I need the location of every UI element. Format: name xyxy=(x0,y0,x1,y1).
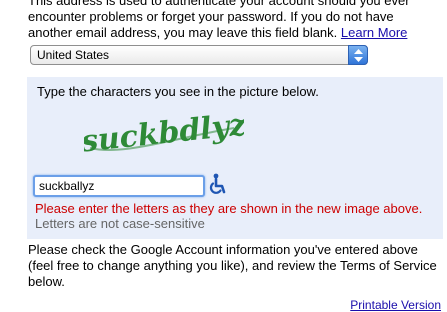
captcha-instruction: Type the characters you see in the pictu… xyxy=(37,84,319,99)
learn-more-link[interactable]: Learn More xyxy=(341,25,407,40)
captcha-error-message: Please enter the letters as they are sho… xyxy=(35,201,423,216)
printable-version-link[interactable]: Printable Version xyxy=(350,298,441,312)
select-arrows-icon xyxy=(348,45,368,65)
wheelchair-accessibility-icon[interactable] xyxy=(207,173,227,195)
recovery-email-description: This address is used to authenticate you… xyxy=(28,0,440,41)
captcha-answer-input[interactable] xyxy=(33,175,205,197)
case-sensitivity-hint: Letters are not case-sensitive xyxy=(35,216,205,231)
captcha-image-text: suckbdlyz xyxy=(84,108,244,160)
location-select-value: United States xyxy=(37,48,110,62)
captcha-image: suckbdlyz xyxy=(84,108,244,160)
review-instructions: Please check the Google Account informat… xyxy=(28,242,437,289)
location-select[interactable]: United States xyxy=(30,45,368,65)
